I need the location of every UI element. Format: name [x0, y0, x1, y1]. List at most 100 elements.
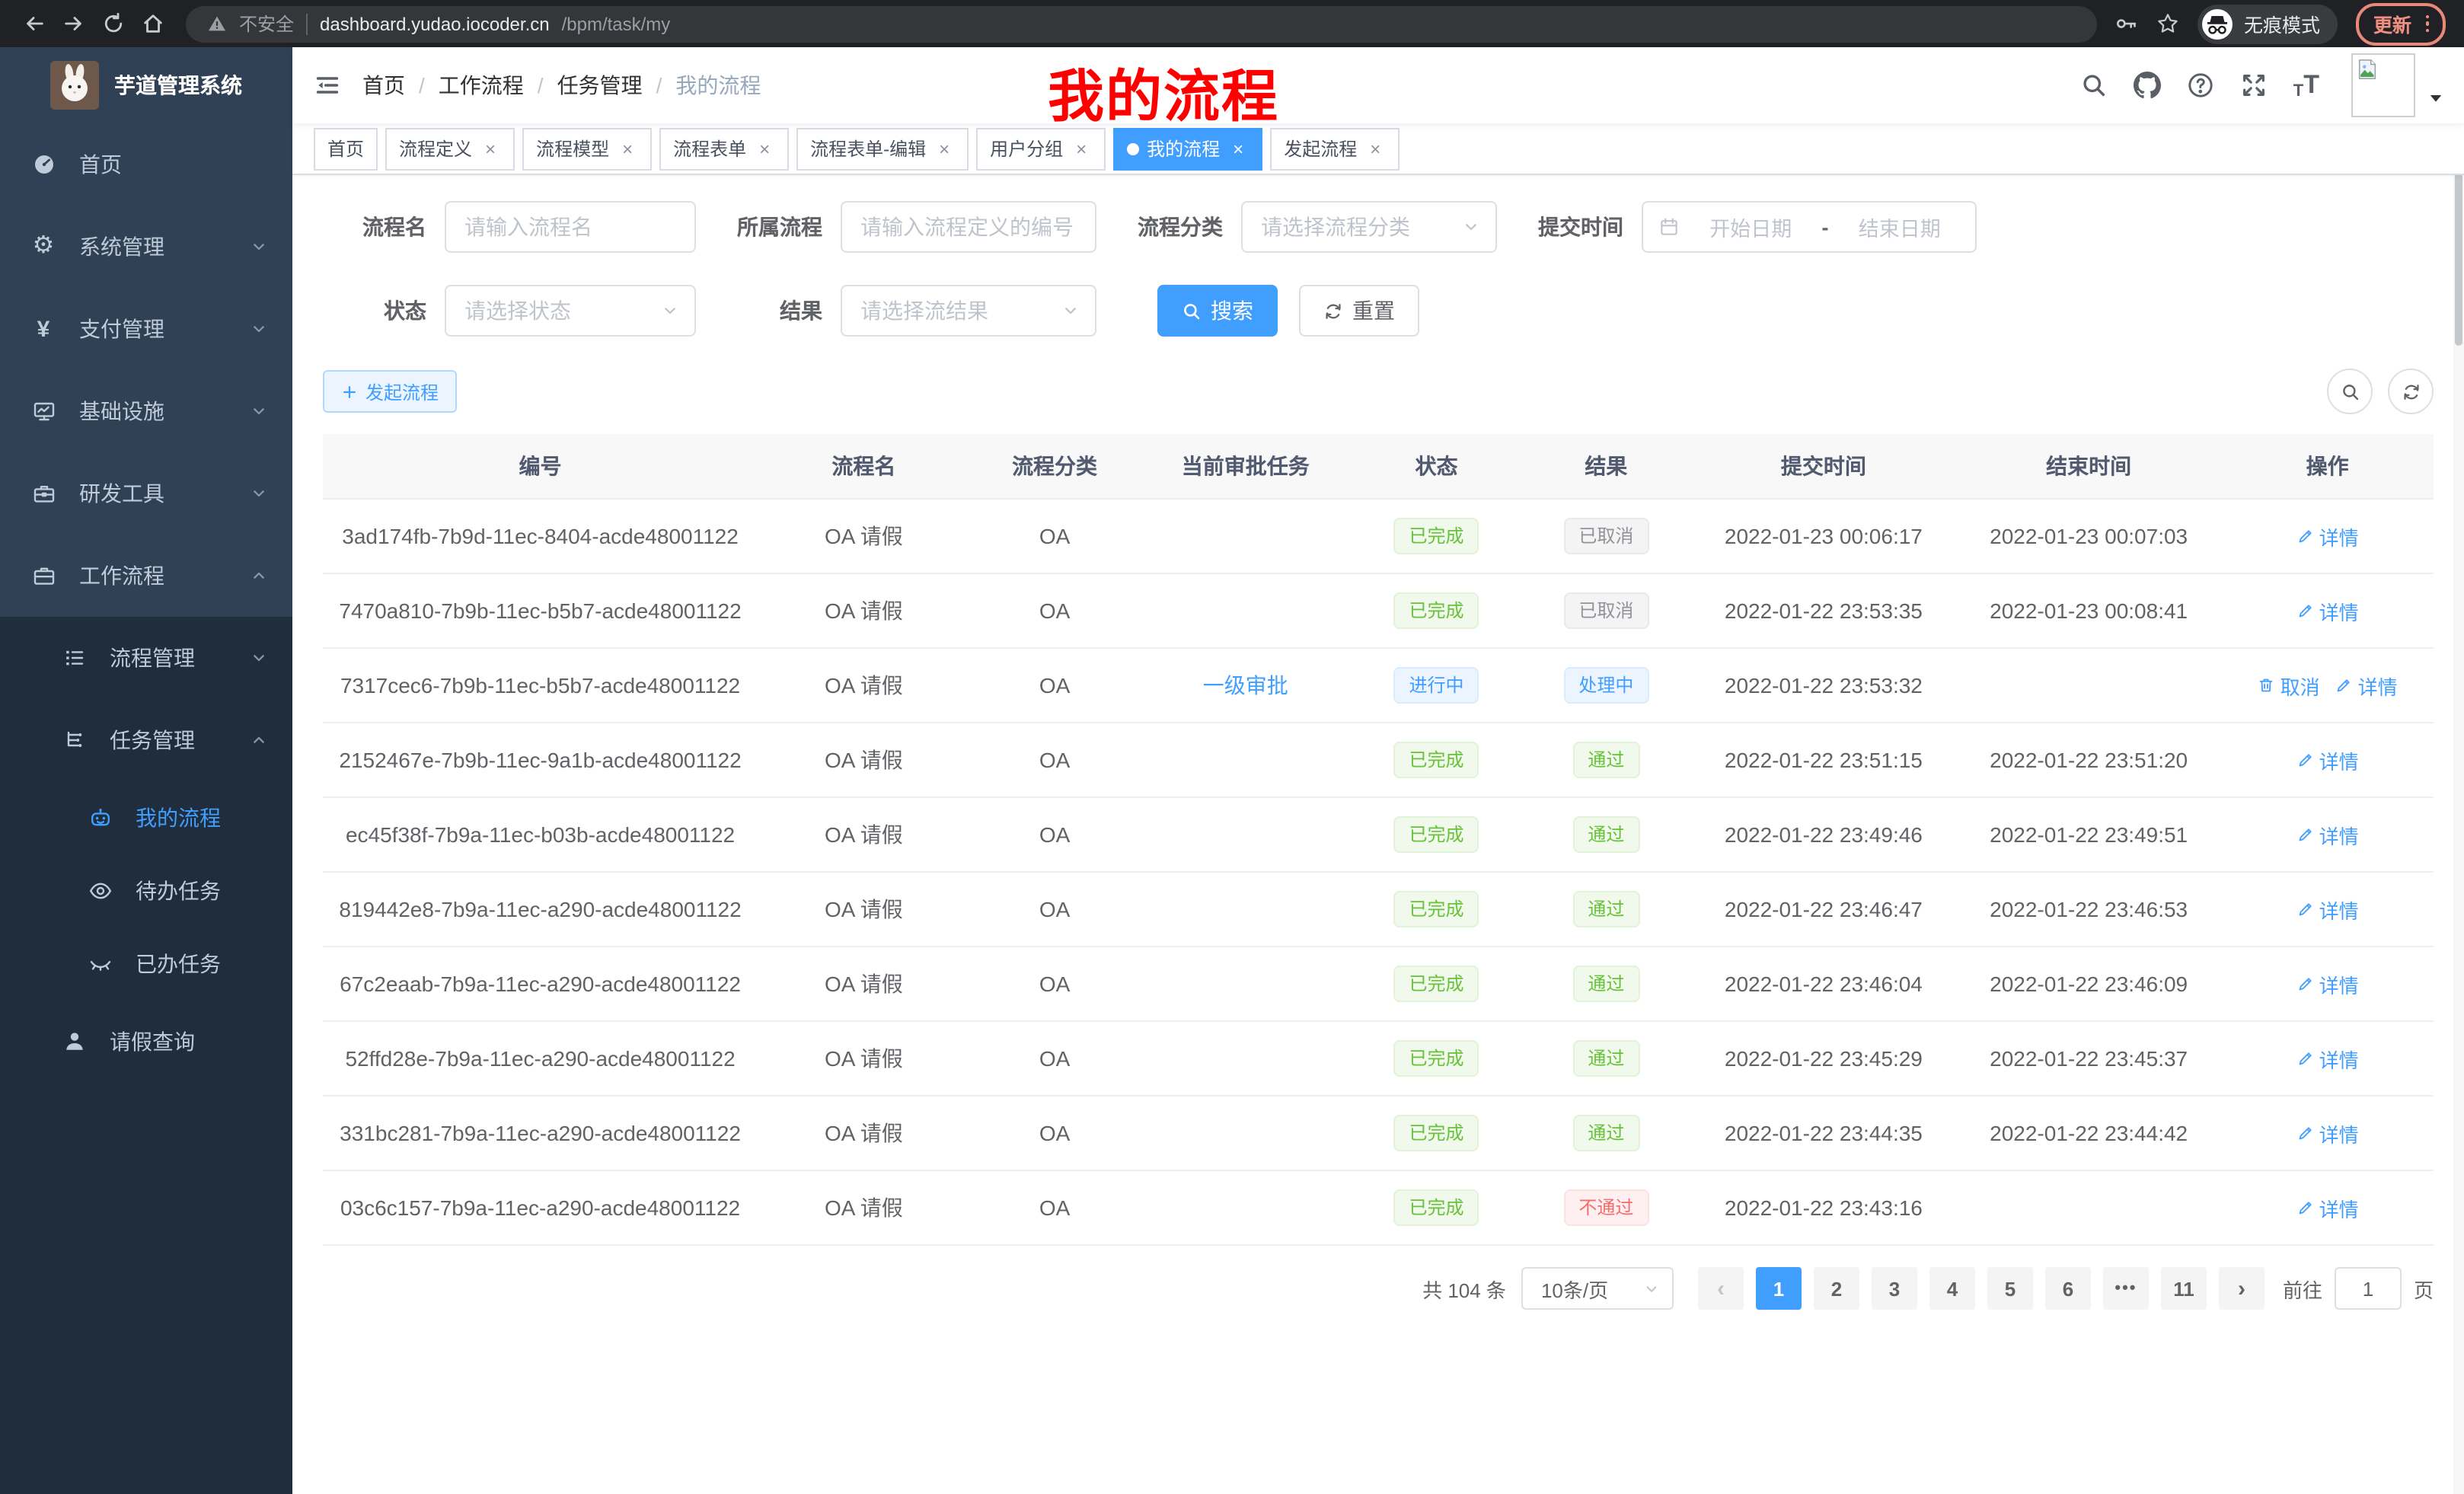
detail-action-link[interactable]: 详情	[2296, 745, 2359, 774]
close-icon[interactable]: ×	[1364, 138, 1386, 159]
tab-流程定义[interactable]: 流程定义 ×	[385, 127, 515, 170]
detail-action-link[interactable]: 详情	[2296, 1193, 2359, 1222]
process-name-input[interactable]	[445, 201, 696, 253]
sidebar-item-infra[interactable]: 基础设施	[0, 370, 292, 452]
cell-category: OA	[970, 872, 1140, 947]
detail-action-link[interactable]: 详情	[2296, 522, 2359, 551]
close-icon[interactable]: ×	[754, 138, 775, 159]
close-icon[interactable]: ×	[934, 138, 955, 159]
detail-action-link[interactable]: 详情	[2296, 820, 2359, 849]
result-select[interactable]: 请选择流结果	[841, 285, 1096, 337]
submit-time-range-picker[interactable]: 开始日期 - 结束日期	[1642, 201, 1977, 253]
breadcrumb-item[interactable]: 任务管理	[557, 70, 643, 101]
reset-button[interactable]: 重置	[1299, 285, 1419, 337]
avatar[interactable]	[2351, 53, 2415, 117]
cell-actions: 详情	[2221, 797, 2434, 872]
prev-page-button[interactable]: ‹	[1698, 1267, 1744, 1310]
table-body: 3ad174fb-7b9d-11ec-8404-acde48001122OA 请…	[323, 499, 2434, 1245]
close-icon[interactable]: ×	[480, 138, 501, 159]
search-icon[interactable]	[2080, 72, 2108, 99]
sidebar-item-leave-query[interactable]: 请假查询	[0, 1001, 292, 1083]
app-logo-row[interactable]: 芋道管理系统	[0, 47, 292, 123]
search-button[interactable]: 搜索	[1157, 285, 1278, 337]
create-process-button[interactable]: 发起流程	[323, 370, 457, 413]
browser-back-icon[interactable]	[15, 5, 52, 42]
process-def-input[interactable]	[841, 201, 1096, 253]
page-button-2[interactable]: 2	[1814, 1267, 1859, 1310]
close-icon[interactable]: ×	[1071, 138, 1092, 159]
tab-首页[interactable]: 首页	[314, 127, 378, 170]
tab-我的流程[interactable]: 我的流程×	[1113, 127, 1262, 170]
action-label: 详情	[2319, 522, 2359, 551]
sidebar-item-payment[interactable]: ¥支付管理	[0, 288, 292, 370]
detail-action-link[interactable]: 详情	[2296, 1044, 2359, 1073]
address-bar[interactable]: 不安全 dashboard.yudao.iocoder.cn/bpm/task/…	[186, 5, 2098, 42]
sidebar-item-home[interactable]: 首页	[0, 123, 292, 206]
page-button-11[interactable]: 11	[2161, 1267, 2207, 1310]
page-scrollbar[interactable]	[2453, 47, 2464, 1494]
detail-action-link[interactable]: 详情	[2335, 671, 2398, 700]
password-key-icon[interactable]	[2116, 12, 2139, 35]
browser-reload-icon[interactable]	[94, 5, 131, 42]
sidebar-item-my-process[interactable]: 我的流程	[0, 781, 292, 854]
goto-page-input[interactable]	[2335, 1267, 2402, 1310]
cancel-action-link[interactable]: 取消	[2258, 671, 2320, 700]
tab-发起流程[interactable]: 发起流程×	[1270, 127, 1400, 170]
incognito-badge[interactable]: 无痕模式	[2198, 4, 2338, 43]
detail-action-link[interactable]: 详情	[2296, 1119, 2359, 1148]
chevron-down-icon	[250, 320, 268, 338]
page-button-6[interactable]: 6	[2045, 1267, 2091, 1310]
browser-update-button[interactable]: 更新	[2357, 2, 2446, 45]
breadcrumb-item[interactable]: 工作流程	[439, 70, 524, 101]
cell-submit-time: 2022-01-22 23:46:47	[1691, 872, 1956, 947]
action-label: 详情	[2319, 895, 2359, 924]
user-menu[interactable]	[2351, 53, 2443, 117]
sidebar-item-workflow[interactable]: 工作流程	[0, 535, 292, 617]
screen: 不安全 dashboard.yudao.iocoder.cn/bpm/task/…	[0, 0, 2464, 1494]
detail-action-link[interactable]: 详情	[2296, 895, 2359, 924]
sidebar-item-devtools[interactable]: 研发工具	[0, 452, 292, 535]
security-label[interactable]: 不安全	[239, 11, 294, 37]
font-size-icon[interactable]: TT	[2293, 70, 2319, 101]
browser-home-icon[interactable]	[134, 5, 171, 42]
page-button-4[interactable]: 4	[1929, 1267, 1975, 1310]
url-host[interactable]: dashboard.yudao.iocoder.cn	[320, 13, 550, 34]
tab-流程表单[interactable]: 流程表单×	[659, 127, 789, 170]
breadcrumb-item[interactable]: 首页	[362, 70, 405, 101]
current-task-link[interactable]: 一级审批	[1203, 673, 1288, 698]
github-icon[interactable]	[2134, 72, 2161, 99]
result-badge: 通过	[1572, 966, 1639, 1002]
fullscreen-icon[interactable]	[2240, 72, 2268, 99]
more-pages-button[interactable]: •••	[2103, 1267, 2149, 1310]
page-button-3[interactable]: 3	[1872, 1267, 1917, 1310]
category-select[interactable]: 请选择流程分类	[1241, 201, 1497, 253]
sidebar-item-system[interactable]: ⚙系统管理	[0, 206, 292, 288]
sidebar-item-task-mgmt[interactable]: 任务管理	[0, 699, 292, 781]
tab-label: 流程定义	[399, 136, 472, 161]
detail-action-link[interactable]: 详情	[2296, 969, 2359, 998]
browser-forward-icon[interactable]	[55, 5, 91, 42]
sidebar-item-todo-tasks[interactable]: 待办任务	[0, 854, 292, 927]
page-size-select[interactable]: 10条/页	[1521, 1267, 1674, 1310]
bookmark-star-icon[interactable]	[2157, 12, 2180, 35]
refresh-button[interactable]	[2388, 369, 2434, 414]
toolbox-icon	[30, 480, 56, 506]
sidebar-item-process-mgmt[interactable]: 流程管理	[0, 617, 292, 699]
breadcrumb-item: 我的流程	[675, 70, 761, 101]
help-icon[interactable]	[2187, 72, 2214, 99]
url-path[interactable]: /bpm/task/my	[562, 13, 671, 34]
sidebar-item-done-tasks[interactable]: 已办任务	[0, 927, 292, 1001]
detail-action-link[interactable]: 详情	[2296, 596, 2359, 625]
close-icon[interactable]: ×	[617, 138, 638, 159]
next-page-button[interactable]: ›	[2219, 1267, 2265, 1310]
tab-流程表单-编辑[interactable]: 流程表单-编辑×	[796, 127, 969, 170]
tab-用户分组[interactable]: 用户分组×	[976, 127, 1106, 170]
show-search-button[interactable]	[2327, 369, 2373, 414]
page-button-5[interactable]: 5	[1987, 1267, 2033, 1310]
page-button-1[interactable]: 1	[1756, 1267, 1802, 1310]
sidebar-toggle-icon[interactable]	[292, 72, 362, 99]
status-select[interactable]: 请选择状态	[445, 285, 696, 337]
tab-流程模型[interactable]: 流程模型×	[522, 127, 652, 170]
browser-menu-icon[interactable]	[2425, 15, 2429, 33]
close-icon[interactable]: ×	[1227, 138, 1249, 159]
